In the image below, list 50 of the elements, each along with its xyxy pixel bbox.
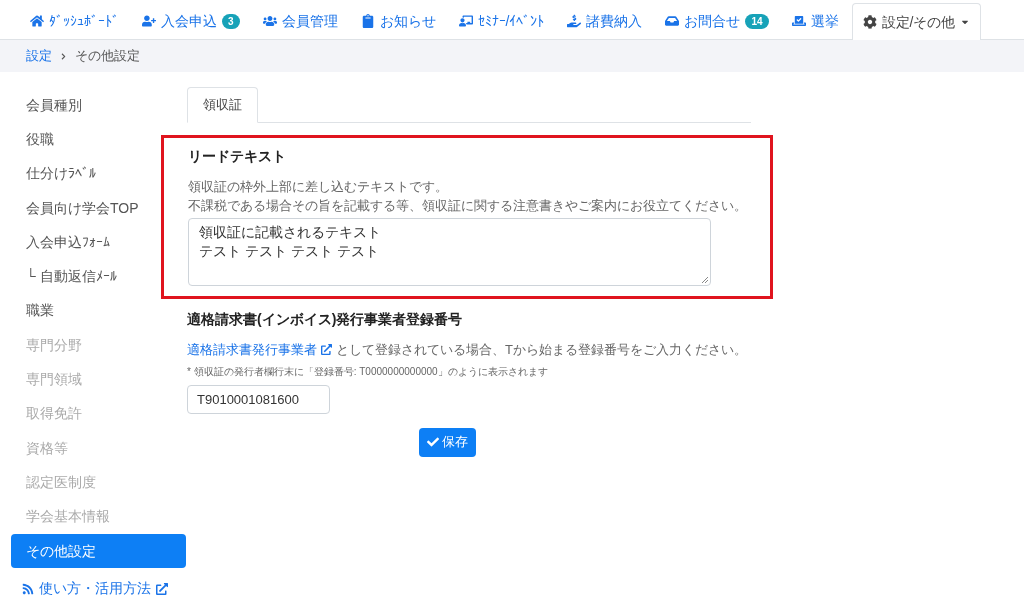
help-text: として登録されている場合、Tから始まる登録番号をご入力ください。 xyxy=(336,341,747,359)
home-icon xyxy=(30,14,44,28)
help-text: 領収証の枠外上部に差し込むテキストです。 xyxy=(188,178,449,196)
clipboard-icon xyxy=(360,14,375,28)
help-link[interactable]: 使い方・活用方法 xyxy=(22,578,186,600)
external-link-icon xyxy=(156,582,168,595)
sidebar-item[interactable]: 会員向け学会TOP xyxy=(11,190,186,226)
sidebar-item[interactable]: その他設定 xyxy=(11,533,186,569)
section-title: リードテキスト xyxy=(188,147,287,166)
nav-tab[interactable]: ﾀﾞｯｼｭﾎﾞｰﾄﾞ xyxy=(20,3,129,39)
nav-tab[interactable]: 選挙 xyxy=(781,3,849,39)
chevron-icon xyxy=(60,52,67,60)
section-title: 適格請求書(インボイス)発行事業者登録番号 xyxy=(187,310,464,329)
help-text: 不課税である場合その旨を記載する等、領収証に関する注意書きやご案内にお役立てください。 xyxy=(188,197,746,215)
nav-tab[interactable]: ｾﾐﾅｰ/ｲﾍﾞﾝﾄ xyxy=(448,3,555,39)
sidebar-item[interactable]: 入会申込ﾌｫｰﾑ xyxy=(11,225,186,260)
registration-number-field[interactable]: T9010001081600 xyxy=(187,384,330,414)
breadcrumb-current: その他設定 xyxy=(75,47,140,66)
text-area[interactable]: 領収証に記載されるテキスト テスト テスト テスト テスト xyxy=(188,218,711,286)
nav-tab[interactable]: お問合せ 14 xyxy=(655,3,779,39)
user-plus-icon xyxy=(142,14,156,28)
text-line: テスト テスト テスト テスト xyxy=(199,242,379,261)
registration-link[interactable]: 適格請求書発行事業者 xyxy=(187,340,317,360)
hand-coin-icon xyxy=(567,14,582,28)
external-link-icon xyxy=(321,344,332,356)
users-icon xyxy=(262,14,277,28)
sidebar-item[interactable]: 仕分けﾗﾍﾞﾙ xyxy=(11,156,186,191)
sidebar-item[interactable]: 職業 xyxy=(11,293,186,329)
count-badge: 3 xyxy=(222,13,240,29)
ballot-box-icon xyxy=(791,14,806,28)
sidebar-item[interactable]: └ 自動返信ﾒｰﾙ xyxy=(11,259,186,294)
presenter-icon xyxy=(458,14,473,28)
text-line: 領収証に記載されるテキスト xyxy=(199,223,381,242)
breadcrumb-link[interactable]: 設定 xyxy=(26,46,52,66)
resize-handle-icon xyxy=(701,276,708,283)
nav-tab[interactable]: 諸費納入 xyxy=(557,3,653,39)
sidebar-item[interactable]: 会員種別 xyxy=(11,88,186,123)
nav-tab[interactable]: 設定/その他 xyxy=(851,3,982,40)
tab[interactable]: 領収証 xyxy=(187,87,258,123)
inbox-icon xyxy=(665,14,680,28)
nav-tab[interactable]: お知らせ xyxy=(350,3,446,39)
nav-tab[interactable]: 入会申込 3 xyxy=(132,3,250,39)
count-badge: 14 xyxy=(745,13,769,29)
nav-tab[interactable]: 会員管理 xyxy=(252,3,348,39)
feed-icon xyxy=(22,582,34,595)
check-icon xyxy=(426,436,439,448)
save-button[interactable]: 保存 xyxy=(418,427,476,457)
note-text: * 領収証の発行者欄行末に「登録番号: T0000000000000」のように表示されます xyxy=(187,364,549,379)
sidebar-item[interactable]: 役職 xyxy=(11,122,186,157)
settings-icon xyxy=(862,15,877,29)
